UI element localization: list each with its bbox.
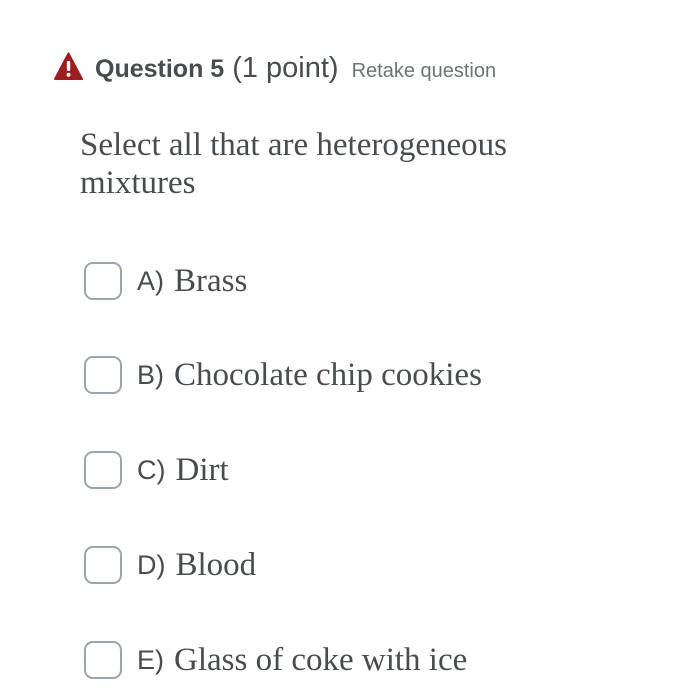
option-a-letter: A): [137, 265, 164, 296]
option-a[interactable]: A) Brass: [84, 259, 247, 303]
question-prompt: Select all that are heterogeneous mixtur…: [80, 127, 507, 201]
option-d-text: Blood: [175, 546, 257, 583]
option-b-letter: B): [137, 359, 164, 390]
option-d-checkbox[interactable]: [84, 546, 122, 584]
option-b-text: Chocolate chip cookies: [174, 356, 482, 393]
question-points: (1 point): [232, 52, 339, 84]
warning-icon: [54, 52, 83, 80]
option-d-letter: D): [137, 549, 166, 580]
option-c-checkbox[interactable]: [84, 451, 122, 489]
option-e-letter: E): [137, 644, 164, 675]
question-header: Question 5 (1 point) Retake question: [54, 52, 496, 85]
option-e-text: Glass of coke with ice: [174, 641, 468, 678]
option-a-text: Brass: [174, 262, 248, 299]
option-d[interactable]: D) Blood: [84, 543, 256, 587]
option-e[interactable]: E) Glass of coke with ice: [84, 638, 467, 682]
option-a-checkbox[interactable]: [84, 262, 122, 300]
option-b[interactable]: B) Chocolate chip cookies: [84, 353, 482, 397]
option-b-checkbox[interactable]: [84, 356, 122, 394]
retake-question-link[interactable]: Retake question: [352, 60, 497, 83]
option-c-text: Dirt: [175, 451, 229, 488]
option-e-checkbox[interactable]: [84, 641, 122, 679]
option-c-letter: C): [137, 454, 166, 485]
question-title: Question 5: [95, 55, 225, 83]
option-c[interactable]: C) Dirt: [84, 448, 229, 492]
